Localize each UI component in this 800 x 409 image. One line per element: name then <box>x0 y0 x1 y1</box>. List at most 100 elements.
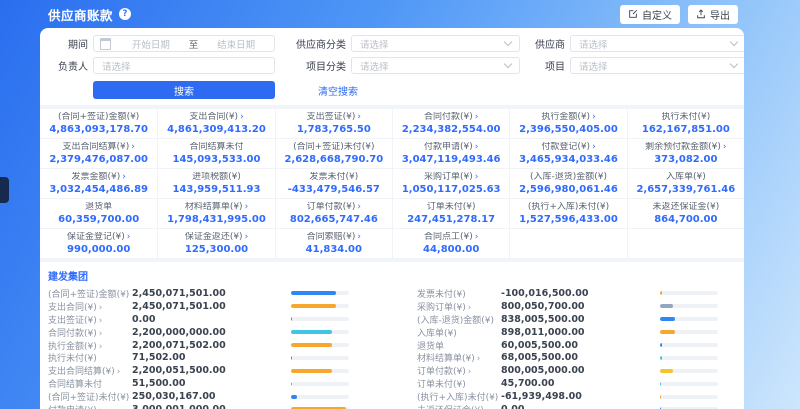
metric-row: (合同+签证)未付(¥)250,030,167.00 <box>48 390 367 403</box>
drill-arrow-icon: › <box>592 112 596 122</box>
drill-arrow-icon: › <box>475 112 479 122</box>
stat-card: (入库-退货)金额(¥)2,596,980,061.46 <box>509 168 626 198</box>
metric-bar <box>660 304 718 308</box>
period-daterange-input[interactable]: 开始日期 至 结束日期 <box>93 35 275 52</box>
stat-value: 247,451,278.17 <box>395 214 507 226</box>
stat-card[interactable]: 保证金返还(¥)›125,300.00 <box>157 228 274 258</box>
stat-card[interactable]: 执行金额(¥)›2,396,550,405.00 <box>509 109 626 138</box>
owner-select[interactable]: 请选择 <box>93 57 275 74</box>
stat-label: 保证金登记(¥)› <box>42 232 155 243</box>
search-button[interactable]: 搜索 <box>93 81 275 99</box>
stat-label: (合同+签证)金额(¥) <box>42 112 155 123</box>
stat-value: 864,700.00 <box>630 214 742 226</box>
stat-label: 执行金额(¥)› <box>512 112 624 123</box>
stat-value: 145,093,533.00 <box>160 154 272 166</box>
stat-card[interactable]: 剩余预付款金额(¥)›373,082.00 <box>627 138 744 168</box>
metric-value: 68,005,500.00 <box>501 352 660 363</box>
filter-actions: 搜索 清空搜索 <box>93 81 726 99</box>
stat-card: 进项税额(¥)143,959,511.93 <box>157 168 274 198</box>
stat-label: 保证金返还(¥)› <box>160 232 272 243</box>
stat-value: 125,300.00 <box>160 244 272 256</box>
drill-arrow-icon: › <box>475 142 479 152</box>
drill-arrow-icon: › <box>477 354 481 364</box>
stat-label: (执行+入库)未付(¥) <box>512 202 624 213</box>
metric-row[interactable]: 支出合同结算(¥)›2,200,051,500.00 <box>48 364 367 377</box>
project-category-select[interactable]: 请选择 <box>351 57 520 74</box>
metric-row[interactable]: 合同付款(¥)›2,200,000,000.00 <box>48 326 367 339</box>
stat-card[interactable]: 合同索赔(¥)›41,834.00 <box>275 228 392 258</box>
drill-arrow-icon: › <box>475 232 479 242</box>
stat-value: 2,657,339,761.46 <box>630 184 742 196</box>
customize-button[interactable]: 自定义 <box>620 5 680 24</box>
metric-row[interactable]: 支出签证(¥)›0.00 <box>48 313 367 326</box>
stat-card: 未返还保证金(¥)864,700.00 <box>627 198 744 228</box>
metric-row: 退货单60,005,500.00 <box>417 339 736 352</box>
stat-card[interactable]: 采购订单(¥)›1,050,117,025.63 <box>392 168 509 198</box>
metric-row[interactable]: 材料结算单(¥)›68,005,500.00 <box>417 351 736 364</box>
metric-row[interactable]: 付款申请(¥)›3,000,001,000.00 <box>48 403 367 409</box>
metric-bar <box>291 343 349 347</box>
chevron-down-icon <box>504 38 512 46</box>
metric-value: 2,450,071,501.00 <box>132 301 291 312</box>
metric-bar <box>291 382 349 386</box>
stat-card[interactable]: 支出合同结算(¥)›2,379,476,087.00 <box>40 138 157 168</box>
stat-card[interactable]: 付款申请(¥)›3,047,119,493.46 <box>392 138 509 168</box>
drill-arrow-icon: › <box>99 303 103 313</box>
metric-value: 51,500.00 <box>132 378 291 389</box>
stat-label: 合同索赔(¥)› <box>278 232 390 243</box>
stat-card[interactable]: 材料结算单(¥)›1,798,431,995.00 <box>157 198 274 228</box>
stat-value: 1,527,596,433.00 <box>512 214 624 226</box>
metric-label: (入库-退货)金额(¥) <box>417 313 501 326</box>
metric-row: (入库-退货)金额(¥)838,005,500.00 <box>417 313 736 326</box>
stat-card[interactable]: 订单付款(¥)›802,665,747.46 <box>275 198 392 228</box>
drill-arrow-icon: › <box>468 303 472 313</box>
stat-card[interactable]: 合同点工(¥)›44,800.00 <box>392 228 509 258</box>
metric-row[interactable]: 执行金额(¥)›2,200,071,502.00 <box>48 339 367 352</box>
stat-label: 采购订单(¥)› <box>395 172 507 183</box>
stat-card: 执行未付(¥)162,167,851.00 <box>627 109 744 138</box>
metric-label: (合同+签证)未付(¥) <box>48 390 132 403</box>
group-name[interactable]: 建发集团 <box>48 268 736 283</box>
metric-value: -100,016,500.00 <box>501 288 660 299</box>
metric-value: 60,005,500.00 <box>501 340 660 351</box>
filter-row-1: 期间 开始日期 至 结束日期 供应商分类 请选择 供应商 <box>58 35 726 52</box>
stat-card[interactable]: 发票金额(¥)›3,032,454,486.89 <box>40 168 157 198</box>
stat-label: 退货单 <box>42 202 155 213</box>
drill-arrow-icon: › <box>245 232 249 242</box>
stat-value: -433,479,546.57 <box>278 184 390 196</box>
filter-section: 期间 开始日期 至 结束日期 供应商分类 请选择 供应商 <box>40 28 744 105</box>
stat-card[interactable]: 保证金登记(¥)›990,000.00 <box>40 228 157 258</box>
stat-value: 41,834.00 <box>278 244 390 256</box>
side-drawer-handle[interactable] <box>0 177 9 203</box>
metric-value: 3,000,001,000.00 <box>132 404 291 409</box>
stat-card[interactable]: 支出合同(¥)›4,861,309,413.20 <box>157 109 274 138</box>
metric-value: 45,700.00 <box>501 378 660 389</box>
stat-card[interactable]: 支出签证(¥)›1,783,765.50 <box>275 109 392 138</box>
stat-card-empty <box>509 228 626 258</box>
stat-value: 2,379,476,087.00 <box>42 154 155 166</box>
stat-value: 2,596,980,061.46 <box>512 184 624 196</box>
clear-search-link[interactable]: 清空搜索 <box>318 83 358 98</box>
help-icon[interactable]: ? <box>119 8 131 20</box>
stat-label: 付款登记(¥)› <box>512 142 624 153</box>
supplier-category-select[interactable]: 请选择 <box>351 35 520 52</box>
export-button[interactable]: 导出 <box>688 5 738 24</box>
stat-card[interactable]: 合同付款(¥)›2,234,382,554.00 <box>392 109 509 138</box>
metric-row[interactable]: 采购订单(¥)›800,050,700.00 <box>417 300 736 313</box>
metric-bar <box>291 395 349 399</box>
supplier-category-label: 供应商分类 <box>288 36 346 51</box>
screen: 供应商账款 ? 自定义 导出 期间 开始日期 至 结束日期 <box>0 0 800 409</box>
metric-bar <box>660 330 718 334</box>
metric-label: 执行金额(¥)› <box>48 339 132 352</box>
metric-label: 付款申请(¥)› <box>48 403 132 409</box>
supplier-select[interactable]: 请选择 <box>570 35 744 52</box>
stat-card: 合同结算未付145,093,533.00 <box>157 138 274 168</box>
metric-row[interactable]: 订单付款(¥)›800,005,000.00 <box>417 364 736 377</box>
stat-value: 2,628,668,790.70 <box>278 154 390 166</box>
project-select[interactable]: 请选择 <box>570 57 744 74</box>
metric-row[interactable]: 支出合同(¥)›2,450,071,501.00 <box>48 300 367 313</box>
chevron-down-icon <box>730 38 738 46</box>
stat-label: 订单未付(¥) <box>395 202 507 213</box>
group-section: 建发集团 (合同+签证)金额(¥)2,450,071,501.00发票未付(¥)… <box>40 262 744 409</box>
stat-card[interactable]: 付款登记(¥)›3,465,934,033.46 <box>509 138 626 168</box>
